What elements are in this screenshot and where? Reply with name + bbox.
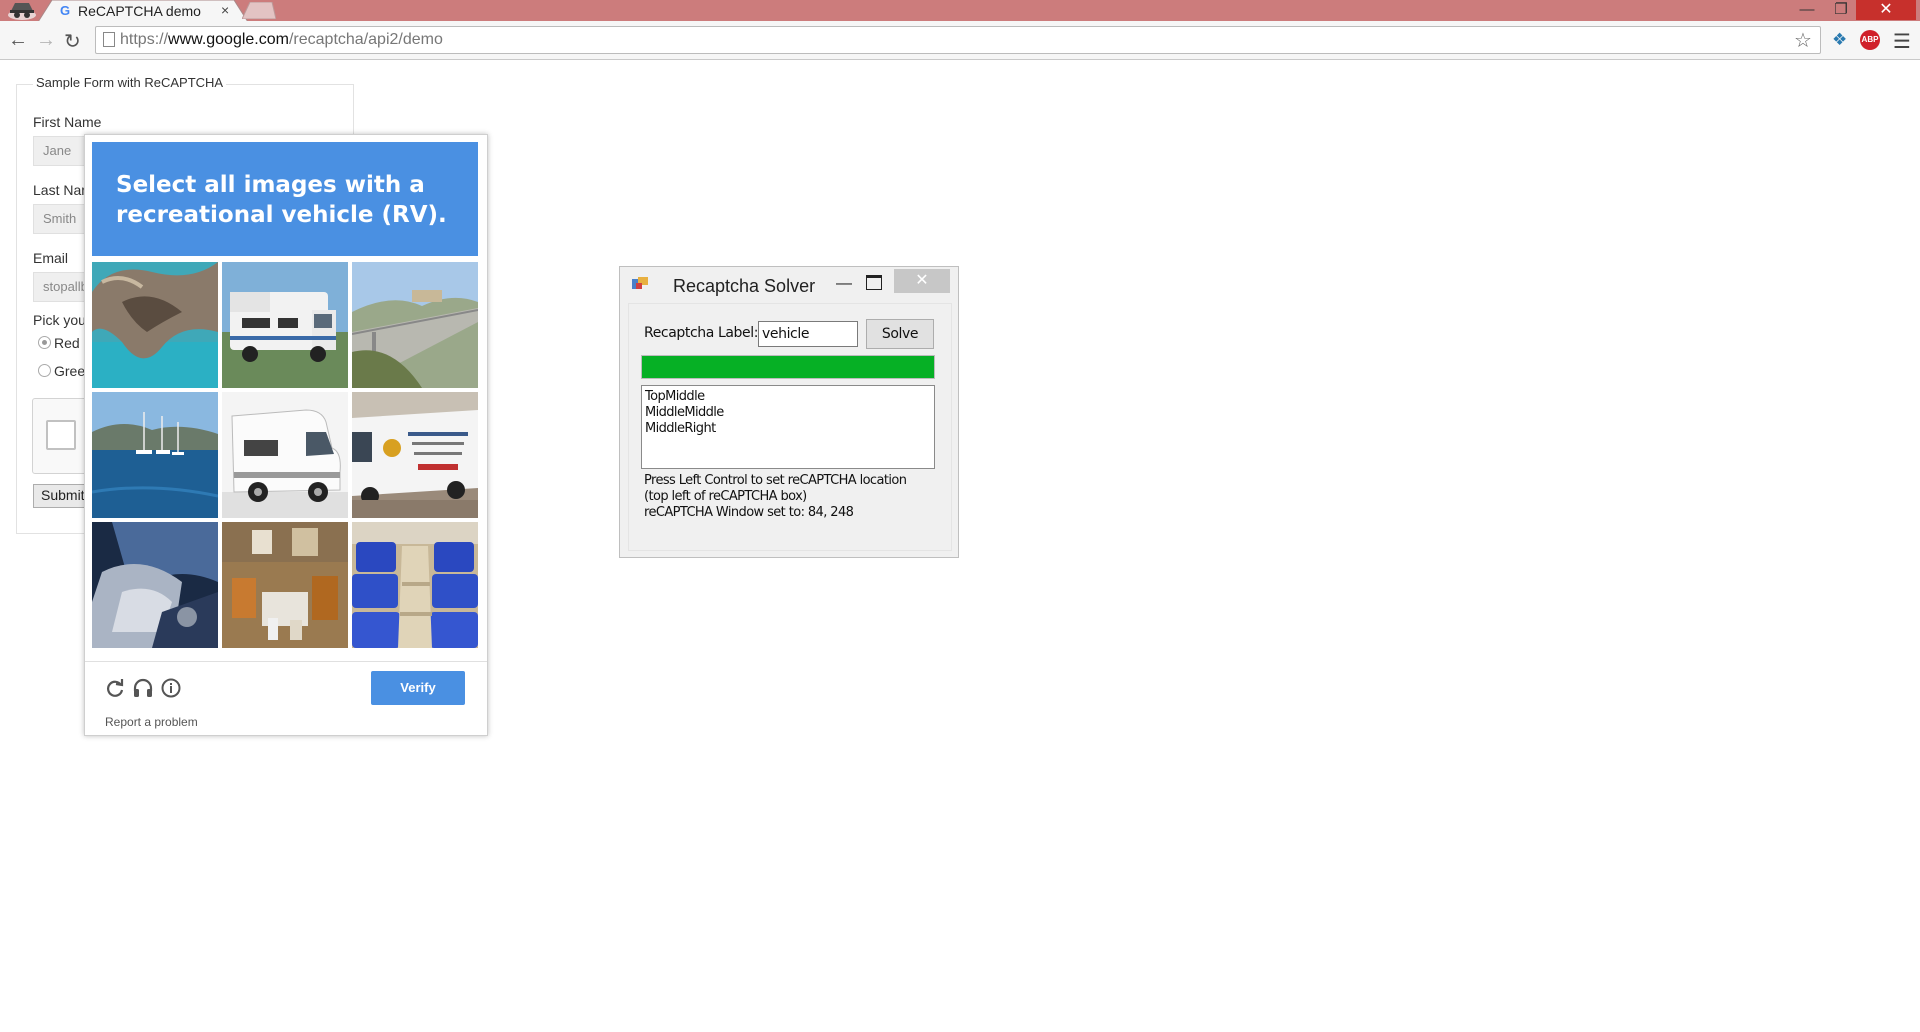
url-host: www.google.com [168,31,289,48]
recaptcha-label-text: Recaptcha Label: [644,325,759,341]
tile-white-camper[interactable] [222,392,348,518]
window-position-status: reCAPTCHA Window set to: 84, 248 [644,505,854,520]
submit-label: Submit [41,487,85,503]
window-minimize-button[interactable]: — [1792,0,1822,20]
verify-button[interactable]: Verify [371,671,465,705]
recaptcha-challenge: Select all images with a recreational ve… [84,134,488,736]
tile-commercial-van[interactable] [352,392,478,518]
address-bar[interactable]: https://www.google.com/recaptcha/api2/de… [95,26,1821,54]
info-icon[interactable] [159,676,183,700]
radio-red[interactable] [38,336,51,349]
back-icon[interactable]: ← [8,29,28,52]
progress-fill [642,356,934,378]
tile-bus-seats[interactable] [352,522,478,648]
tile-sea-rock-arch[interactable] [92,262,218,388]
radio-red-label: Red [54,335,80,351]
url-scheme: https:// [120,31,169,48]
instruction-line: Press Left Control to set reCAPTCHA loca… [644,473,907,488]
window-restore-button[interactable]: ❐ [1826,0,1856,20]
solver-window: Recaptcha Solver — ✕ Recaptcha Label: ve… [619,266,959,558]
report-problem-link[interactable]: Report a problem [105,715,198,729]
recaptcha-label-value: vehicle [762,326,810,342]
url-path: /recaptcha/api2/demo [288,31,443,48]
challenge-header: Select all images with a recreational ve… [92,142,478,256]
solver-maximize-button[interactable] [866,275,882,290]
first-name-value: Jane [43,143,72,158]
solver-titlebar: Recaptcha Solver — ✕ [620,267,958,303]
recaptcha-label-input[interactable]: vehicle [758,321,858,347]
result-line: TopMiddle [645,389,705,404]
result-line: MiddleRight [645,421,716,436]
last-name-value: Smith [43,211,77,226]
tile-car-interior[interactable] [92,522,218,648]
window-close-button[interactable]: ✕ [1856,0,1916,20]
solver-minimize-button[interactable]: — [835,275,853,293]
instruction-line: (top left of reCAPTCHA box) [644,489,807,504]
new-tab-button[interactable] [241,1,277,20]
challenge-target: recreational vehicle (RV). [116,202,447,228]
progress-bar [641,355,935,379]
challenge-instruction: Select all images with a [116,172,425,198]
first-name-label: First Name [33,114,102,130]
radio-green[interactable] [38,364,51,377]
solver-close-button[interactable]: ✕ [894,269,950,293]
incognito-icon [2,0,42,21]
reload-icon[interactable]: ↻ [64,29,81,54]
browser-tab[interactable]: G ReCAPTCHA demo × [38,0,248,22]
menu-icon[interactable]: ☰ [1893,29,1911,54]
form-legend: Sample Form with ReCAPTCHA [33,75,227,90]
extension-icon[interactable]: ❖ [1832,30,1847,50]
solve-button[interactable]: Solve [866,319,934,349]
tile-room-interior[interactable] [222,522,348,648]
page-icon [103,32,115,47]
browser-toolbar: ← → ↻ https://www.google.com/recaptcha/a… [0,21,1920,60]
forward-icon[interactable]: → [36,29,56,52]
tab-title: ReCAPTCHA demo [78,3,201,19]
star-icon[interactable]: ☆ [1794,28,1812,53]
url-text[interactable]: https://www.google.com/recaptcha/api2/de… [120,31,443,49]
results-textbox[interactable]: TopMiddle MiddleMiddle MiddleRight [641,385,935,469]
challenge-divider [85,661,487,662]
tile-bridge-landscape[interactable] [352,262,478,388]
solver-title: Recaptcha Solver [673,276,816,296]
tab-close-icon[interactable]: × [221,2,229,18]
audio-challenge-icon[interactable] [131,676,155,700]
result-line: MiddleMiddle [645,405,724,420]
email-label: Email [33,250,69,266]
reload-challenge-icon[interactable] [103,676,127,700]
tile-motorhome[interactable] [222,262,348,388]
google-favicon: G [60,3,71,18]
adblock-plus-icon[interactable]: ABP [1860,30,1880,50]
recaptcha-checkbox[interactable] [46,420,76,450]
browser-titlebar [0,0,1920,21]
tile-harbor-boats[interactable] [92,392,218,518]
app-icon [632,277,648,291]
